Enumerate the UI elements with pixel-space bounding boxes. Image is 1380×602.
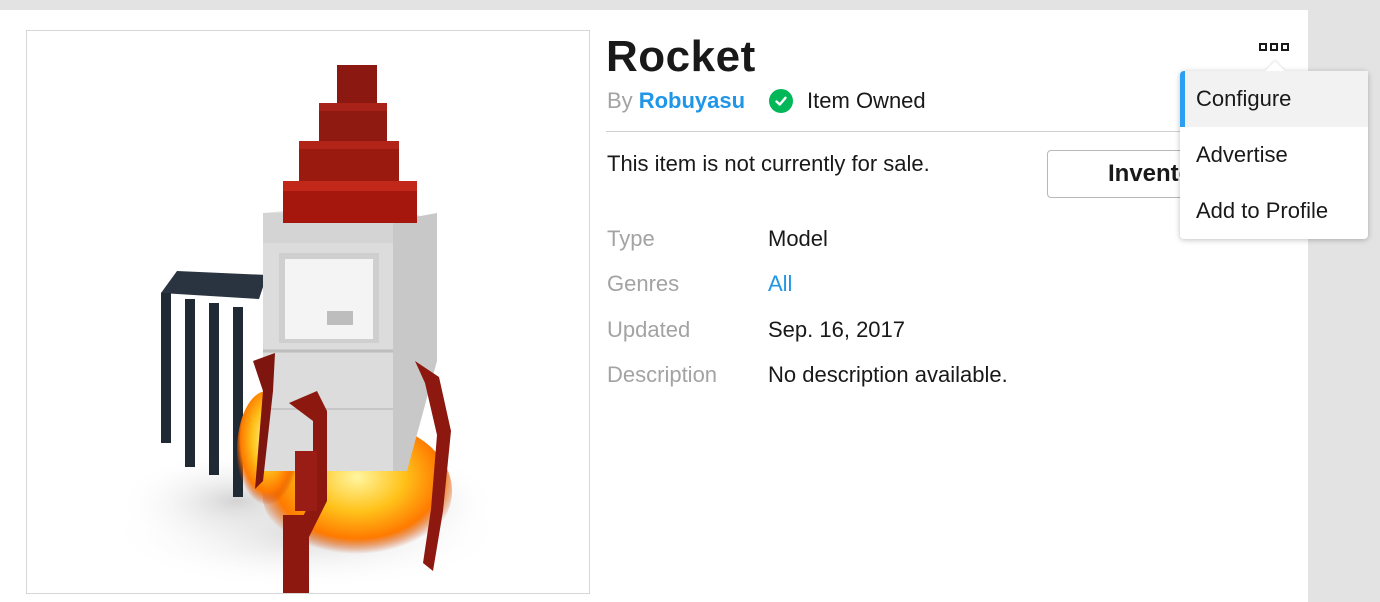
detail-row-description: Description No description available. bbox=[607, 353, 1008, 399]
detail-value: No description available. bbox=[768, 362, 1008, 388]
detail-row-genres: Genres All bbox=[607, 262, 1008, 308]
menu-item-configure[interactable]: Configure bbox=[1180, 71, 1368, 127]
sale-status: This item is not currently for sale. bbox=[607, 151, 930, 176]
detail-label: Updated bbox=[607, 316, 691, 342]
by-label: By bbox=[607, 88, 633, 113]
more-dot bbox=[1259, 43, 1267, 51]
detail-label: Description bbox=[607, 362, 718, 388]
detail-row-type: Type Model bbox=[607, 216, 1008, 262]
options-dropdown-menu: Configure Advertise Add to Profile bbox=[1180, 71, 1368, 239]
rocket-model-image bbox=[107, 65, 507, 593]
menu-item-advertise[interactable]: Advertise bbox=[1180, 127, 1368, 183]
detail-value: Model bbox=[768, 225, 828, 251]
item-details-card: Rocket By Robuyasu Item Owned This item … bbox=[0, 10, 1308, 602]
genre-link[interactable]: All bbox=[768, 271, 792, 297]
detail-value: Sep. 16, 2017 bbox=[768, 316, 906, 342]
more-dot bbox=[1281, 43, 1289, 51]
item-thumbnail bbox=[26, 30, 590, 594]
checkmark-icon bbox=[769, 89, 794, 113]
item-title: Rocket bbox=[606, 32, 756, 81]
creator-line: By Robuyasu Item Owned bbox=[607, 88, 926, 114]
detail-label: Type bbox=[607, 225, 655, 251]
detail-row-updated: Updated Sep. 16, 2017 bbox=[607, 307, 1008, 353]
detail-label: Genres bbox=[607, 271, 680, 297]
more-dot bbox=[1270, 43, 1278, 51]
menu-item-add-to-profile[interactable]: Add to Profile bbox=[1180, 183, 1368, 239]
creator-link[interactable]: Robuyasu bbox=[639, 88, 745, 114]
owned-status: Item Owned bbox=[807, 88, 926, 113]
item-details-table: Type Model Genres All Updated Sep. 16, 2… bbox=[607, 216, 1008, 398]
more-options-icon[interactable] bbox=[1257, 40, 1291, 54]
divider bbox=[606, 131, 1256, 132]
